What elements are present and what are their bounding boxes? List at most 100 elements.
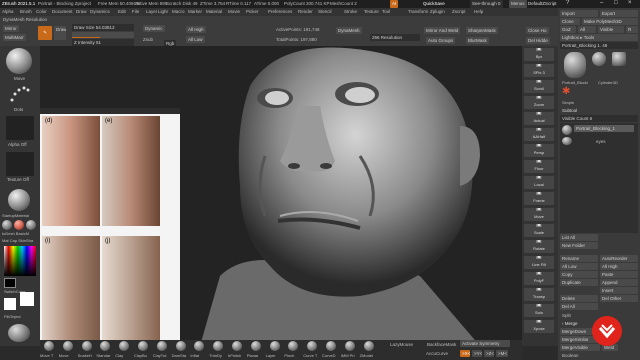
- menu-light[interactable]: Light: [158, 9, 168, 14]
- shelf-aahalf-button[interactable]: ▣ AAHalf: [524, 128, 554, 141]
- sharpen-mask-button[interactable]: SharpenMask: [466, 27, 498, 34]
- close-holes-button[interactable]: Close Ho: [526, 27, 549, 34]
- menu-file[interactable]: File: [132, 9, 139, 14]
- brush-snakeh[interactable]: SnakeH: [78, 340, 96, 360]
- menu-transform[interactable]: Transform: [408, 9, 428, 14]
- shelf-bpr-button[interactable]: ▣ Bpr: [524, 48, 554, 61]
- menu-alpha[interactable]: Alpha: [2, 9, 14, 14]
- fill-object-label[interactable]: FillObject: [4, 314, 21, 319]
- brush-claytut[interactable]: ClayTut: [153, 340, 171, 360]
- accucurve-button[interactable]: AccuCurve: [426, 351, 448, 356]
- copy-button[interactable]: Copy: [560, 271, 598, 278]
- shelf-transp-button[interactable]: ▣ Transp: [524, 288, 554, 301]
- blur-mask-button[interactable]: BlurMask: [466, 37, 489, 44]
- help-icon[interactable]: ?: [566, 0, 569, 8]
- dynamesh-button[interactable]: DynaMesh: [336, 27, 362, 34]
- multimarr-button[interactable]: MultiMarr: [3, 34, 26, 41]
- del-other-button[interactable]: Del Other: [600, 295, 638, 302]
- menu-macro[interactable]: Macro: [172, 9, 185, 14]
- tool-thumb-portrait[interactable]: [564, 52, 586, 78]
- shelf-move-button[interactable]: ▣ Move: [524, 208, 554, 221]
- brush-pinch[interactable]: Pinch: [284, 340, 302, 360]
- append-button[interactable]: Append: [600, 279, 638, 286]
- tool-thumb-cylinder[interactable]: [592, 52, 606, 66]
- clone-button[interactable]: Clone: [560, 18, 580, 25]
- seethrough-slider[interactable]: See-through 0: [470, 0, 503, 8]
- export-button[interactable]: Export: [600, 10, 638, 17]
- mirror-button[interactable]: Mirror: [3, 25, 19, 32]
- fill-sphere[interactable]: [8, 324, 30, 342]
- subtool-thumb-portrait[interactable]: [562, 125, 572, 135]
- menu-movie[interactable]: Movie: [228, 9, 240, 14]
- shelf-floor-button[interactable]: ▣ Floor: [524, 160, 554, 173]
- tool-name-slider[interactable]: Portrait_Blocking 1. 48: [560, 42, 638, 49]
- shelf-line-fill-button[interactable]: ▣ Line Fill: [524, 256, 554, 269]
- auto-groups-button[interactable]: Auto Groups: [426, 37, 456, 44]
- lightbox-tools-button[interactable]: Lightbox ▸ Tools: [560, 34, 638, 41]
- main-color-swatch[interactable]: [20, 292, 34, 306]
- rename-button[interactable]: Rename: [560, 255, 598, 262]
- menu-dynamics[interactable]: Dynamics: [90, 9, 110, 14]
- mirror-and-weld-button[interactable]: Mirror And Weld: [424, 27, 461, 34]
- shelf-local-button[interactable]: ▣ Local: [524, 176, 554, 189]
- ai-button[interactable]: AI: [390, 0, 399, 8]
- maximize-icon[interactable]: □: [614, 0, 618, 8]
- autoreorder-button[interactable]: AutoReorder: [600, 255, 638, 262]
- visible-count-slider[interactable]: Visible Count 6: [560, 115, 638, 122]
- menu-render[interactable]: Render: [298, 9, 313, 14]
- brush-move[interactable]: Move: [59, 340, 77, 360]
- draw-size-slider[interactable]: Draw Size 54.03813: [72, 24, 134, 31]
- brush-claybu[interactable]: ClayBu: [134, 340, 152, 360]
- shelf-scroll-button[interactable]: ▣ Scroll: [524, 80, 554, 93]
- default-zscript[interactable]: DefaultZScript: [528, 1, 557, 6]
- brush-inflat[interactable]: Inflat: [190, 340, 208, 360]
- menu-texture[interactable]: Texture: [364, 9, 379, 14]
- menu-preferences[interactable]: Preferences: [268, 9, 292, 14]
- menu-zscript[interactable]: Zscript: [452, 9, 466, 14]
- all-button[interactable]: All: [578, 26, 596, 33]
- del-all-button[interactable]: Del All: [560, 303, 598, 310]
- menu-brush[interactable]: Brush: [20, 9, 32, 14]
- shelf-scale-button[interactable]: ▣ Scale: [524, 224, 554, 237]
- close-icon[interactable]: ×: [628, 0, 632, 8]
- material-skin[interactable]: [14, 220, 24, 230]
- menu-edit[interactable]: Edit: [118, 9, 126, 14]
- color-swatch-white[interactable]: [4, 298, 16, 310]
- menu-zplugin[interactable]: Zplugin: [430, 9, 445, 14]
- menu-picker[interactable]: Picker: [246, 9, 259, 14]
- menu-tool[interactable]: Tool: [382, 9, 390, 14]
- menu-color[interactable]: Color: [36, 9, 47, 14]
- shelf-persp-button[interactable]: ▣ Persp: [524, 144, 554, 157]
- shelf-zoom-button[interactable]: ▣ Zoom: [524, 96, 554, 109]
- del-hidden-button[interactable]: Del Hidde: [526, 37, 550, 44]
- brush-clay[interactable]: Clay: [115, 340, 133, 360]
- all-low-button[interactable]: All Low: [186, 36, 205, 43]
- subtool-item-portrait[interactable]: Portrait_Blocking_1: [574, 125, 634, 132]
- list-all-button[interactable]: List All: [560, 234, 598, 241]
- delete-button[interactable]: Delete: [560, 295, 598, 302]
- brush-planar[interactable]: Planar: [247, 340, 265, 360]
- edit-button[interactable]: ✎: [38, 26, 52, 40]
- brush-curve-t[interactable]: Curve T: [303, 340, 321, 360]
- brush-imm-pri[interactable]: IMM Pri: [341, 340, 359, 360]
- menu-document[interactable]: Document: [52, 9, 73, 14]
- brush-move-t[interactable]: Move T: [40, 340, 58, 360]
- goz-button[interactable]: GoZ: [560, 26, 576, 33]
- stroke-dots-icon[interactable]: [8, 82, 32, 106]
- menu-layer[interactable]: Layer: [146, 9, 157, 14]
- draw-size-track[interactable]: [72, 32, 134, 38]
- brush-damsta[interactable]: DamSta: [172, 340, 190, 360]
- symmetry-x-button[interactable]: >X<: [460, 350, 470, 357]
- paste-button[interactable]: Paste: [600, 271, 638, 278]
- subtool-thumb-eyes[interactable]: [562, 137, 572, 145]
- zsub-label[interactable]: Zsub: [143, 37, 153, 42]
- subtool-header[interactable]: Subtool: [562, 108, 577, 113]
- r-button[interactable]: R: [626, 26, 638, 33]
- visible-button[interactable]: Visible: [598, 26, 624, 33]
- backface-mask-button[interactable]: BackfaceMask: [427, 342, 456, 347]
- texture-thumbnail[interactable]: [6, 152, 34, 176]
- insert-button[interactable]: Insert: [600, 287, 638, 294]
- menu-marker[interactable]: Marker: [188, 9, 202, 14]
- menu-help[interactable]: Help: [474, 9, 483, 14]
- symmetry-y-button[interactable]: >Y<: [472, 350, 482, 357]
